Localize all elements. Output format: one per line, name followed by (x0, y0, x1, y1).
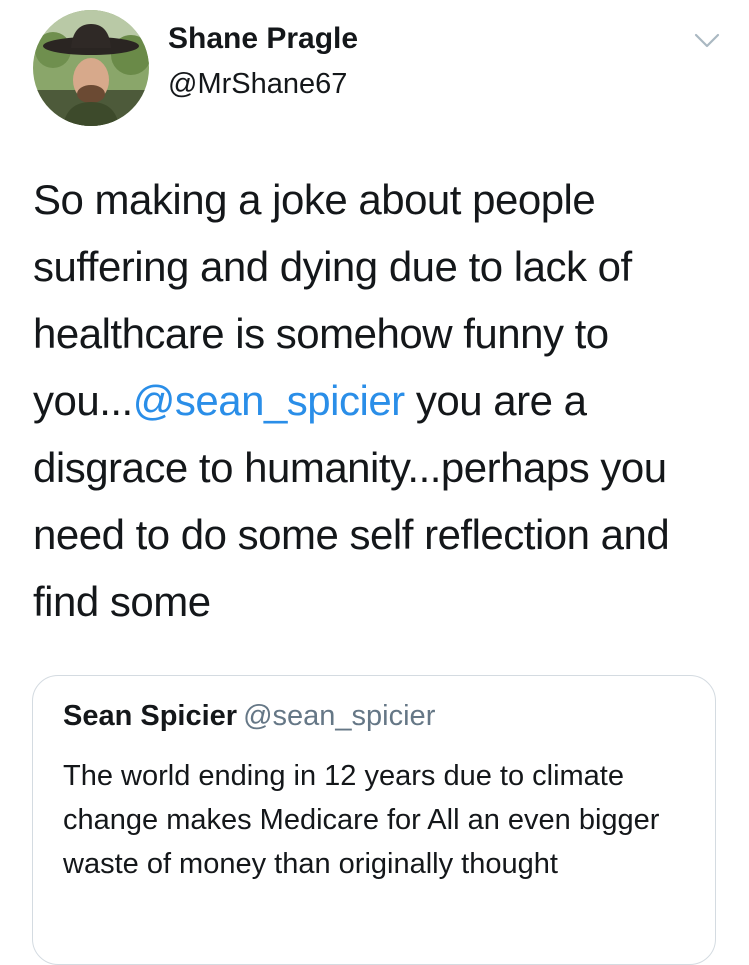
author-handle[interactable]: @MrShane67 (168, 66, 347, 102)
quoted-tweet-card[interactable]: Sean Spicier @sean_spicier The world endi… (32, 675, 716, 965)
tweet: Shane Pragle @MrShane67 So making a joke… (0, 0, 749, 965)
quoted-author-name: Sean Spicier (63, 700, 238, 732)
tweet-text: So making a joke about people suffering … (33, 166, 738, 635)
avatar-image (33, 10, 149, 126)
quoted-tweet-header: Sean Spicier @sean_spicier (63, 698, 435, 734)
quoted-author-handle: @sean_spicier (243, 700, 436, 732)
avatar[interactable] (33, 10, 149, 126)
author-name[interactable]: Shane Pragle (168, 20, 358, 58)
quoted-tweet-text: The world ending in 12 years due to clim… (63, 760, 660, 880)
chevron-down-icon[interactable] (690, 30, 724, 52)
mention-link[interactable]: @sean_spicier (133, 377, 405, 424)
